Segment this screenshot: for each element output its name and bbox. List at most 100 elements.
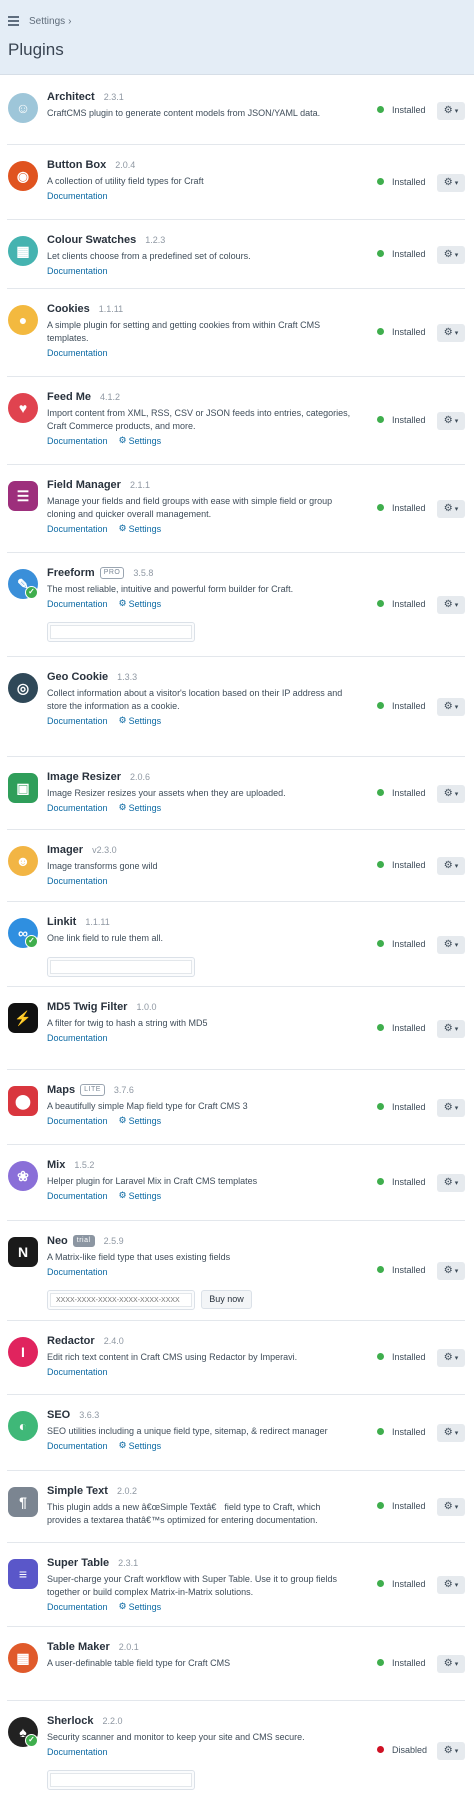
documentation-link[interactable]: Documentation — [47, 599, 108, 609]
documentation-link[interactable]: Documentation — [47, 436, 108, 446]
description-line: Security scanner and monitor to keep you… — [47, 1732, 305, 1742]
plugin-version: 1.3.3 — [117, 672, 138, 682]
plugin-name[interactable]: Image Resizer — [47, 771, 121, 783]
plugin-name[interactable]: SEO — [47, 1409, 70, 1421]
plugin-name[interactable]: Redactor — [47, 1335, 95, 1347]
plugin-name[interactable]: Field Manager — [47, 479, 121, 491]
settings-link[interactable]: ⚙ Settings — [119, 802, 162, 813]
plugin-name[interactable]: Geo Cookie — [47, 671, 108, 683]
gear-icon: ⚙ — [443, 1265, 453, 1276]
plugin-name[interactable]: Simple Text — [47, 1485, 108, 1497]
license-key-input[interactable] — [50, 1773, 192, 1787]
plugin-actions-button[interactable]: ⚙ ▾ — [437, 936, 465, 954]
documentation-link[interactable]: Documentation — [47, 803, 108, 813]
license-key-field[interactable] — [47, 622, 195, 642]
plugin-name[interactable]: Table Maker — [47, 1641, 110, 1653]
plugin-actions-button[interactable]: ⚙ ▾ — [437, 1099, 465, 1117]
plugin-actions-button[interactable]: ⚙ ▾ — [437, 246, 465, 264]
settings-link[interactable]: ⚙ Settings — [119, 715, 162, 726]
documentation-link[interactable]: Documentation — [47, 716, 108, 726]
buy-now-button[interactable]: Buy now — [201, 1290, 252, 1309]
plugin-row: ☰ Field Manager 2.1.1 Manage your fields an… — [0, 464, 474, 552]
documentation-link[interactable]: Documentation — [47, 524, 108, 534]
documentation-link[interactable]: Documentation — [47, 1267, 108, 1277]
plugin-name[interactable]: MD5 Twig Filter — [47, 1001, 127, 1013]
plugin-actions-button[interactable]: ⚙ ▾ — [437, 1498, 465, 1516]
plugin-actions-button[interactable]: ⚙ ▾ — [437, 102, 465, 120]
menu-icon[interactable] — [8, 16, 19, 26]
license-key-input[interactable] — [50, 625, 192, 639]
plugin-info: Image Resizer 2.0.6 Image Resizer resizes … — [47, 770, 367, 814]
settings-link[interactable]: ⚙ Settings — [119, 523, 162, 534]
settings-link[interactable]: ⚙ Settings — [119, 1115, 162, 1126]
status-text: Installed — [392, 104, 426, 115]
documentation-link[interactable]: Documentation — [47, 1033, 108, 1043]
plugin-name[interactable]: Colour Swatches — [47, 234, 136, 246]
plugin-actions-button[interactable]: ⚙ ▾ — [437, 857, 465, 875]
settings-link[interactable]: ⚙ Settings — [119, 435, 162, 446]
settings-link[interactable]: ⚙ Settings — [119, 1190, 162, 1201]
gear-icon: ⚙ — [443, 1177, 453, 1188]
plugin-actions-button[interactable]: ⚙ ▾ — [437, 1174, 465, 1192]
plugin-actions-button[interactable]: ⚙ ▾ — [437, 698, 465, 716]
documentation-link[interactable]: Documentation — [47, 1747, 108, 1757]
status-dot — [377, 1580, 384, 1587]
status-indicator: Installed — [377, 1656, 426, 1669]
mix-circles-icon-glyph: ❀ — [8, 1161, 38, 1191]
documentation-link[interactable]: Documentation — [47, 266, 108, 276]
plugin-name[interactable]: Neo — [47, 1235, 68, 1247]
documentation-link[interactable]: Documentation — [47, 191, 108, 201]
documentation-link[interactable]: Documentation — [47, 1367, 108, 1377]
plugin-actions-button[interactable]: ⚙ ▾ — [437, 785, 465, 803]
plugin-name[interactable]: Freeform — [47, 567, 95, 579]
plugin-actions-button[interactable]: ⚙ ▾ — [437, 1576, 465, 1594]
breadcrumb-settings[interactable]: Settings — [29, 16, 65, 27]
plugin-name[interactable]: Maps — [47, 1084, 75, 1096]
plugin-actions-button[interactable]: ⚙ ▾ — [437, 500, 465, 518]
status-text: Installed — [392, 787, 426, 798]
plugin-name[interactable]: Linkit — [47, 916, 76, 928]
plugin-actions-button[interactable]: ⚙ ▾ — [437, 1742, 465, 1760]
documentation-link[interactable]: Documentation — [47, 1116, 108, 1126]
license-key-field[interactable] — [47, 957, 195, 977]
settings-link[interactable]: ⚙ Settings — [119, 1440, 162, 1451]
plugin-links: Documentation ⚙ Settings — [47, 1600, 367, 1613]
license-key-field[interactable] — [47, 1290, 195, 1310]
plugin-links: Documentation — [47, 1265, 367, 1278]
plugin-actions-button[interactable]: ⚙ ▾ — [437, 1262, 465, 1280]
plugin-name[interactable]: Sherlock — [47, 1715, 93, 1727]
documentation-link[interactable]: Documentation — [47, 1602, 108, 1612]
plugin-actions-button[interactable]: ⚙ ▾ — [437, 174, 465, 192]
license-key-field[interactable] — [47, 1770, 195, 1790]
plugin-name[interactable]: Cookies — [47, 303, 90, 315]
status-indicator: Disabled — [377, 1743, 427, 1756]
plugin-row: ❀ Mix 1.5.2 Helper plugin for Laravel Mix i… — [0, 1144, 474, 1220]
documentation-link[interactable]: Documentation — [47, 876, 108, 886]
plugin-name[interactable]: Architect — [47, 91, 95, 103]
description-line: A collection of utility field types for … — [47, 176, 204, 186]
plugin-actions-button[interactable]: ⚙ ▾ — [437, 1655, 465, 1673]
row-divider — [7, 986, 465, 987]
plugin-name[interactable]: Imager — [47, 844, 83, 856]
plugin-actions-button[interactable]: ⚙ ▾ — [437, 324, 465, 342]
plugin-name[interactable]: Mix — [47, 1159, 65, 1171]
settings-link[interactable]: ⚙ Settings — [119, 598, 162, 609]
description-line: Edit rich text content in Craft CMS usin… — [47, 1352, 298, 1362]
documentation-link[interactable]: Documentation — [47, 1191, 108, 1201]
chevron-down-icon: ▾ — [454, 251, 459, 259]
license-key-input[interactable] — [50, 960, 192, 974]
neo-logo-icon: N — [8, 1237, 38, 1267]
plugin-name-line: Architect 2.3.1 — [47, 90, 367, 104]
plugin-name[interactable]: Feed Me — [47, 391, 91, 403]
plugin-actions-button[interactable]: ⚙ ▾ — [437, 1349, 465, 1367]
plugin-actions-button[interactable]: ⚙ ▾ — [437, 412, 465, 430]
documentation-link[interactable]: Documentation — [47, 348, 108, 358]
plugin-actions-button[interactable]: ⚙ ▾ — [437, 1424, 465, 1442]
plugin-name[interactable]: Super Table — [47, 1557, 109, 1569]
plugin-actions-button[interactable]: ⚙ ▾ — [437, 596, 465, 614]
plugin-actions-button[interactable]: ⚙ ▾ — [437, 1020, 465, 1038]
plugin-name[interactable]: Button Box — [47, 159, 106, 171]
license-key-input[interactable] — [50, 1293, 192, 1307]
settings-link[interactable]: ⚙ Settings — [119, 1601, 162, 1612]
documentation-link[interactable]: Documentation — [47, 1441, 108, 1451]
